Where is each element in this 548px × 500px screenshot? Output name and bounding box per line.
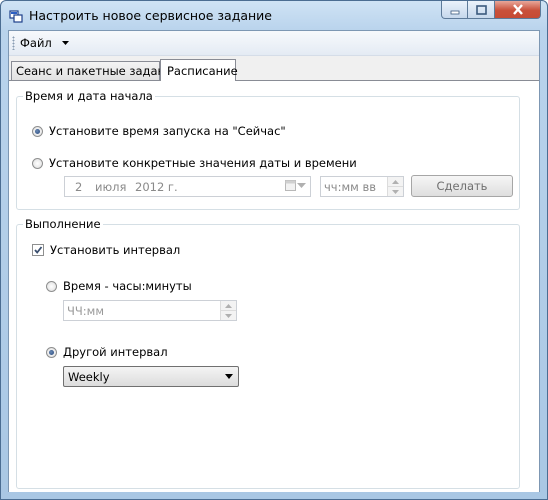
- start-specific-label: Установите конкретные значения даты и вр…: [49, 156, 357, 170]
- tab-sessions[interactable]: Сеанс и пакетные задания: [11, 61, 179, 80]
- checkbox-checked-icon: [32, 244, 44, 256]
- close-icon: [512, 4, 523, 15]
- minimize-button[interactable]: [441, 1, 468, 19]
- start-specific-radio[interactable]: Установите конкретные значения даты и вр…: [32, 156, 357, 170]
- hours-placeholder: ЧЧ:мм: [67, 303, 104, 318]
- menu-bar: Файл: [9, 31, 539, 56]
- date-month: июля: [95, 179, 127, 194]
- set-datetime-button[interactable]: Сделать: [411, 175, 513, 197]
- time-placeholder: чч:мм вв: [324, 179, 377, 194]
- start-now-label: Установите время запуска на "Сейчас": [49, 124, 286, 138]
- file-menu[interactable]: Файл: [20, 35, 69, 51]
- application-window: Настроить новое сервисное задание Файл С…: [0, 0, 548, 500]
- spin-up-icon[interactable]: [220, 301, 236, 311]
- start-group-title: Время и дата начала: [23, 89, 155, 103]
- time-spinner[interactable]: [387, 177, 403, 196]
- maximize-button[interactable]: [468, 1, 495, 19]
- title-bar[interactable]: Настроить новое сервисное задание: [1, 1, 547, 31]
- spin-up-icon[interactable]: [387, 177, 403, 187]
- chevron-down-icon: [61, 41, 69, 45]
- tab-schedule-label: Расписание: [167, 63, 238, 78]
- date-year: 2012 г.: [135, 179, 178, 194]
- set-button-label: Сделать: [436, 179, 488, 193]
- start-now-radio[interactable]: Установите время запуска на "Сейчас": [32, 124, 286, 138]
- hours-minutes-input[interactable]: ЧЧ:мм: [63, 300, 237, 321]
- set-interval-label: Установить интервал: [50, 243, 181, 257]
- schedule-tab-page: Время и дата начала Установите время зап…: [9, 80, 539, 492]
- other-interval-label: Другой интервал: [63, 345, 168, 359]
- interval-value: Weekly: [68, 369, 110, 384]
- hours-minutes-radio[interactable]: Время - часы:минуты: [46, 279, 192, 293]
- window-title: Настроить новое сервисное задание: [29, 8, 272, 23]
- minimize-icon: [450, 10, 459, 14]
- spin-down-icon[interactable]: [387, 187, 403, 196]
- calendar-dropdown[interactable]: [285, 180, 306, 191]
- file-menu-label: Файл: [20, 36, 52, 50]
- date-picker[interactable]: 2 июля 2012 г.: [64, 176, 311, 197]
- execution-group: Выполнение Установить интервал Время - ч…: [16, 217, 520, 489]
- tab-sessions-label: Сеанс и пакетные задания: [16, 64, 180, 78]
- radio-checked-icon: [46, 346, 57, 358]
- chevron-down-icon: [297, 183, 306, 188]
- hours-minutes-label: Время - часы:минуты: [63, 279, 192, 293]
- hours-spinner[interactable]: [220, 301, 236, 320]
- radio-unchecked-icon: [32, 157, 43, 169]
- date-day: 2: [75, 179, 83, 194]
- radio-unchecked-icon: [46, 280, 57, 292]
- calendar-icon: [285, 180, 296, 191]
- other-interval-radio[interactable]: Другой интервал: [46, 345, 168, 359]
- app-icon: [9, 9, 23, 23]
- maximize-icon: [475, 4, 487, 15]
- radio-checked-icon: [32, 125, 43, 137]
- spin-down-icon[interactable]: [220, 311, 236, 320]
- tab-schedule[interactable]: Расписание: [160, 59, 238, 81]
- time-input[interactable]: чч:мм вв: [320, 176, 404, 197]
- dialog-client-area: Файл Сеанс и пакетные задания Расписание…: [8, 30, 540, 492]
- start-time-group: Время и дата начала Установите время зап…: [16, 89, 520, 210]
- menu-grip: [12, 36, 15, 50]
- exec-group-title: Выполнение: [23, 217, 103, 231]
- interval-dropdown[interactable]: Weekly: [63, 366, 239, 387]
- set-interval-checkbox[interactable]: Установить интервал: [32, 243, 180, 257]
- chevron-down-icon: [225, 374, 233, 379]
- close-button[interactable]: [495, 1, 541, 19]
